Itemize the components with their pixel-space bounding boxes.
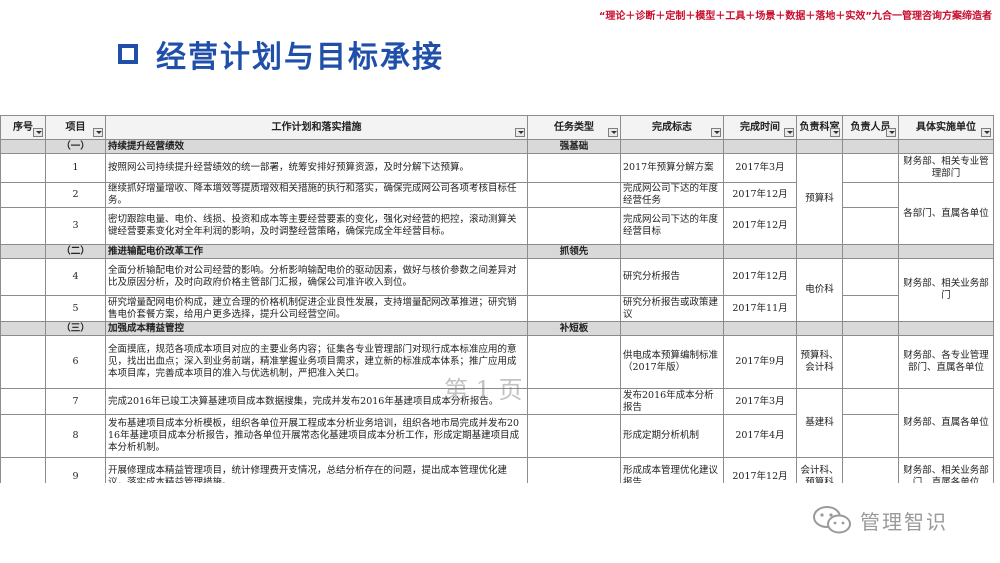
table-row: 5 研究增量配网电价构成，建立合理的价格机制促进企业良性发展，支持增量配网改革推…: [0, 295, 994, 322]
row-no: 3: [45, 207, 106, 245]
col-header-person[interactable]: 负责人员: [842, 115, 899, 140]
filter-dropdown-icon[interactable]: [608, 128, 618, 137]
section-row: （三） 加强成本精益管控 补短板: [0, 321, 994, 336]
filter-dropdown-icon[interactable]: [981, 128, 991, 137]
col-header-unit[interactable]: 具体实施单位: [898, 115, 994, 140]
section-index: （二）: [45, 244, 106, 259]
section-row: （二） 推进输配电价改革工作 抓领先: [0, 244, 994, 259]
row-measure: 研究增量配网电价构成，建立合理的价格机制促进企业良性发展，支持增量配网改革推进；…: [105, 295, 528, 322]
row-flag: 供电成本预算编制标准（2017年版）: [620, 335, 724, 389]
filter-dropdown-icon[interactable]: [784, 128, 794, 137]
row-dept: 预算科: [796, 153, 843, 245]
col-header-time[interactable]: 完成时间: [723, 115, 797, 140]
row-time: 2017年3月: [723, 388, 797, 415]
col-header-no[interactable]: 序号: [0, 115, 46, 140]
section-row: （一） 持续提升经营绩效 强基础: [0, 139, 994, 154]
page-title: 经营计划与目标承接: [156, 40, 444, 75]
section-type: 补短板: [527, 321, 621, 336]
filter-dropdown-icon[interactable]: [93, 128, 103, 137]
table-row: 8 发布基建项目成本分析模板，组织各单位开展工程成本分析业务培训，组织各地市局完…: [0, 414, 994, 458]
row-measure: 开展修理成本精益管理项目，统计修理费开支情况，总结分析存在的问题，提出成本管理优…: [105, 457, 528, 483]
section-index: （一）: [45, 139, 106, 154]
section-index: （三）: [45, 321, 106, 336]
section-type: 抓领先: [527, 244, 621, 259]
row-flag: 研究分析报告: [620, 258, 724, 296]
row-measure: 继续抓好增量增收、降本增效等提质增效相关措施的执行和落实，确保完成网公司各项考核…: [105, 182, 528, 208]
row-unit: 财务部、相关业务部门、直属各单位: [898, 457, 994, 483]
row-no: 2: [45, 182, 106, 208]
row-no: 7: [45, 388, 106, 415]
page-watermark: 第 1 页: [444, 376, 523, 404]
row-no: 5: [45, 295, 106, 322]
row-unit: 财务部、直属各单位: [898, 388, 994, 458]
row-measure: 发布基建项目成本分析模板，组织各单位开展工程成本分析业务培训，组织各地市局完成并…: [105, 414, 528, 458]
row-flag: 形成定期分析机制: [620, 414, 724, 458]
row-flag: 完成网公司下达的年度经营任务: [620, 182, 724, 208]
table-row: 3 密切跟踪电量、电价、线损、投资和成本等主要经营要素的变化，强化对经营的把控，…: [0, 207, 994, 245]
tagline: “理论＋诊断＋定制＋模型＋工具＋场景＋数据＋落地＋实效”九合一管理咨询方案缔造者: [598, 11, 992, 22]
table-row: 1 按照网公司持续提升经营绩效的统一部署，统筹安排好预算资源，及时分解下达预算。…: [0, 153, 994, 245]
section-title: 加强成本精益管控: [105, 321, 528, 336]
row-time: 2017年9月: [723, 335, 797, 389]
row-dept: 会计科、预算科: [796, 457, 843, 483]
row-dept: 电价科: [796, 258, 843, 322]
row-time: 2017年12月: [723, 457, 797, 483]
table-row: 4 全面分析输配电价对公司经营的影响。分析影响输配电价的驱动因素，做好与核价参数…: [0, 258, 994, 322]
row-time: 2017年11月: [723, 295, 797, 322]
row-flag: 发布2016年成本分析报告: [620, 388, 724, 415]
section-title: 持续提升经营绩效: [105, 139, 528, 154]
section-type: 强基础: [527, 139, 621, 154]
title-square-icon: [118, 44, 138, 64]
col-header-type[interactable]: 任务类型: [527, 115, 621, 140]
row-time: 2017年12月: [723, 258, 797, 296]
row-flag: 完成网公司下达的年度经营目标: [620, 207, 724, 245]
row-time: 2017年12月: [723, 182, 797, 208]
row-measure: 按照网公司持续提升经营绩效的统一部署，统筹安排好预算资源，及时分解下达预算。: [105, 153, 528, 183]
title-block: 经营计划与目标承接: [118, 34, 444, 75]
filter-dropdown-icon[interactable]: [33, 128, 43, 137]
col-header-measure[interactable]: 工作计划和落实措施: [105, 115, 528, 140]
row-flag: 研究分析报告或政策建议: [620, 295, 724, 322]
brand-name: 管理智识: [860, 509, 948, 534]
plan-table: 序号 项目 工作计划和落实措施 任务类型 完成标志 完成时间 负责科室 负责人员…: [0, 115, 994, 483]
row-measure: 全面分析输配电价对公司经营的影响。分析影响输配电价的驱动因素，做好与核价参数之间…: [105, 258, 528, 296]
section-title: 推进输配电价改革工作: [105, 244, 528, 259]
col-header-flag[interactable]: 完成标志: [620, 115, 724, 140]
wechat-icon: [813, 506, 851, 534]
row-measure: 密切跟踪电量、电价、线损、投资和成本等主要经营要素的变化，强化对经营的把控，滚动…: [105, 207, 528, 245]
row-unit: 财务部、各专业管理部门、直属各单位: [898, 335, 994, 389]
row-time: 2017年12月: [723, 207, 797, 245]
row-unit: 财务部、相关业务部门: [898, 258, 994, 322]
filter-dropdown-icon[interactable]: [830, 128, 840, 137]
row-no: 1: [45, 153, 106, 183]
col-header-project[interactable]: 项目: [45, 115, 106, 140]
row-flag: 形成成本管理优化建议报告: [620, 457, 724, 483]
plan-sheet: 序号 项目 工作计划和落实措施 任务类型 完成标志 完成时间 负责科室 负责人员…: [0, 115, 1000, 483]
row-no: 8: [45, 414, 106, 458]
header-row: 序号 项目 工作计划和落实措施 任务类型 完成标志 完成时间 负责科室 负责人员…: [0, 115, 994, 140]
filter-dropdown-icon[interactable]: [886, 128, 896, 137]
filter-dropdown-icon[interactable]: [711, 128, 721, 137]
row-time: 2017年4月: [723, 414, 797, 458]
row-no: 9: [45, 457, 106, 483]
row-unit: 各部门、直属各单位: [898, 182, 994, 245]
table-row: 2 继续抓好增量增收、降本增效等提质增效相关措施的执行和落实，确保完成网公司各项…: [0, 182, 994, 245]
row-unit: 财务部、相关专业管理部门: [898, 153, 994, 183]
col-header-dept[interactable]: 负责科室: [796, 115, 843, 140]
row-no: 4: [45, 258, 106, 296]
row-flag: 2017年预算分解方案: [620, 153, 724, 183]
filter-dropdown-icon[interactable]: [515, 128, 525, 137]
row-dept: 预算科、会计科: [796, 335, 843, 389]
table-row: 9 开展修理成本精益管理项目，统计修理费开支情况，总结分析存在的问题，提出成本管…: [0, 457, 994, 483]
brand-logo: 管理智识: [812, 505, 948, 535]
row-no: 6: [45, 335, 106, 389]
row-time: 2017年3月: [723, 153, 797, 183]
row-dept: 基建科: [796, 388, 843, 458]
